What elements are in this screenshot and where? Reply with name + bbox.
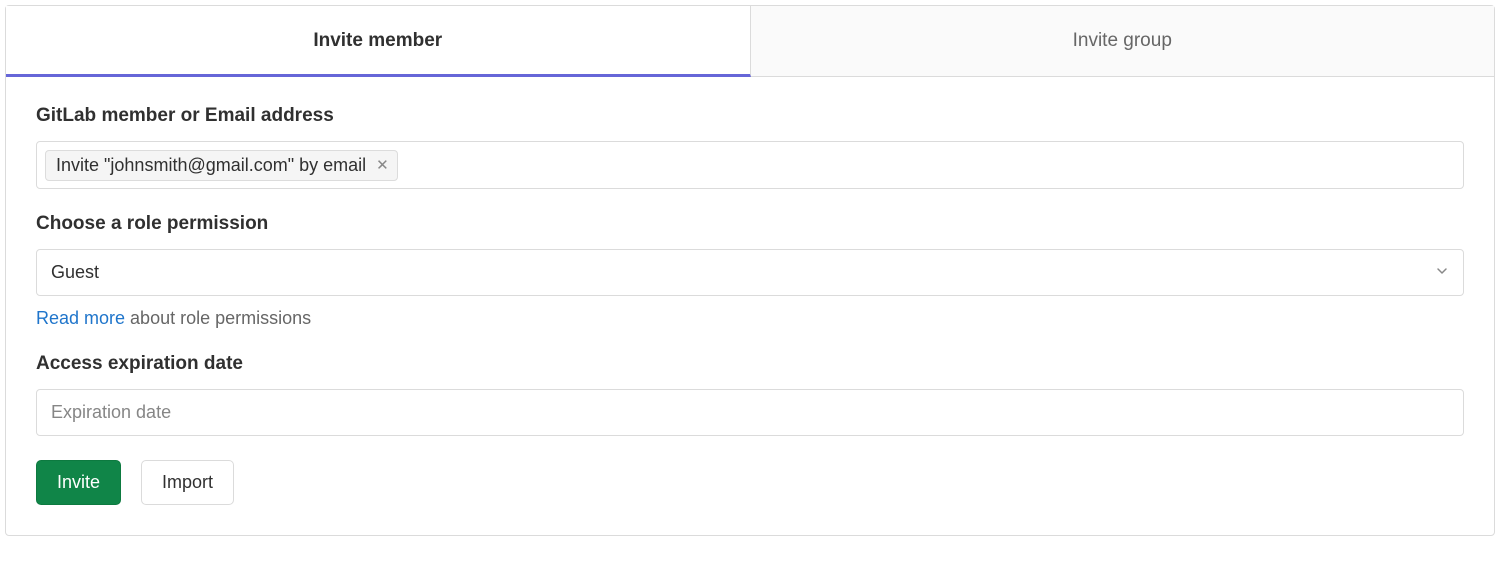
role-label: Choose a role permission [36,213,1464,235]
read-more-link[interactable]: Read more [36,308,125,328]
form-content: GitLab member or Email address Invite "j… [6,77,1494,535]
role-group: Choose a role permission Guest Read more… [36,213,1464,329]
member-group: GitLab member or Email address Invite "j… [36,105,1464,189]
tab-invite-member[interactable]: Invite member [6,6,751,77]
invite-button[interactable]: Invite [36,460,121,505]
expiration-input[interactable] [36,389,1464,436]
close-icon[interactable]: ✕ [376,158,389,173]
expiration-group: Access expiration date [36,353,1464,436]
role-select[interactable]: Guest [36,249,1464,296]
expiration-label: Access expiration date [36,353,1464,375]
email-token-text: Invite "johnsmith@gmail.com" by email [56,155,366,176]
role-helper: Read more about role permissions [36,308,1464,329]
import-button[interactable]: Import [141,460,234,505]
button-row: Invite Import [36,460,1464,505]
tabs: Invite member Invite group [6,6,1494,77]
member-token-input[interactable]: Invite "johnsmith@gmail.com" by email ✕ [36,141,1464,189]
tab-invite-group[interactable]: Invite group [751,6,1495,77]
role-helper-suffix: about role permissions [125,308,311,328]
invite-panel: Invite member Invite group GitLab member… [5,5,1495,536]
member-label: GitLab member or Email address [36,105,1464,127]
email-token[interactable]: Invite "johnsmith@gmail.com" by email ✕ [45,150,398,181]
role-select-wrapper: Guest [36,249,1464,296]
